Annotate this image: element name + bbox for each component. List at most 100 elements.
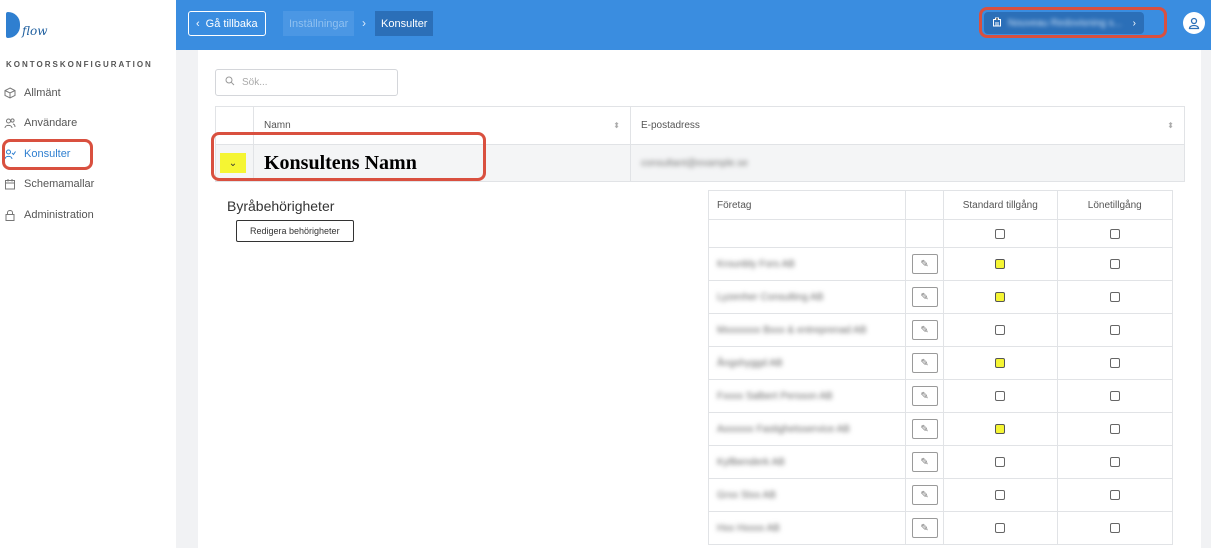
column-header-lon: Lönetillgång — [1087, 199, 1142, 211]
standard-access-checkbox[interactable] — [995, 259, 1006, 269]
payroll-access-cell — [1058, 281, 1172, 313]
company-name: Kyllbenderk AB — [717, 456, 785, 468]
payroll-access-checkbox[interactable] — [1109, 325, 1120, 335]
payroll-access-checkbox[interactable] — [1109, 358, 1120, 368]
edit-icon[interactable]: ✎ — [911, 452, 938, 472]
standard-access-checkbox[interactable] — [995, 523, 1006, 533]
company-name: Mxxxxxxx Bxxx & entreprenad AB — [717, 324, 867, 336]
search-icon — [225, 76, 235, 89]
chevron-left-icon: ‹ — [196, 17, 200, 30]
permissions-title: Byråbehörigheter — [227, 198, 335, 214]
calendar-icon — [4, 178, 16, 190]
edit-icon[interactable]: ✎ — [911, 485, 938, 505]
edit-cell: ✎ — [906, 347, 945, 379]
standard-access-cell — [944, 281, 1058, 313]
company-cell: Hxx Hxxxx AB — [709, 512, 907, 544]
annotation-konsulter — [2, 139, 93, 170]
permission-row: Axxxxxx Fastighetsservice AB ✎ — [709, 413, 1172, 446]
company-name: Krounbly Fors AB — [717, 258, 795, 270]
column-header-email[interactable]: E-postadress ⬍ — [631, 107, 1184, 144]
company-cell — [709, 220, 907, 247]
sidebar-item-label: Användare — [24, 117, 78, 129]
edit-permissions-button[interactable]: Redigera behörigheter — [236, 220, 354, 242]
payroll-access-cell — [1058, 248, 1172, 280]
company-cell: Grxx Stxx AB — [709, 479, 907, 511]
users-icon — [4, 117, 16, 129]
sidebar-item-administration[interactable]: Administration — [4, 204, 174, 226]
standard-access-checkbox[interactable] — [995, 228, 1006, 239]
payroll-access-cell — [1058, 446, 1172, 478]
permission-row: Kyllbenderk AB ✎ — [709, 446, 1172, 479]
company-name: Fxxxx Salbert Persson AB — [717, 390, 833, 402]
sidebar-item-schemamallar[interactable]: Schemamallar — [4, 173, 174, 195]
company-name: Hxx Hxxxx AB — [717, 522, 780, 534]
company-name: Grxx Stxx AB — [717, 489, 776, 501]
edit-cell: ✎ — [906, 314, 945, 346]
app-logo[interactable]: flow — [6, 10, 66, 46]
top-bar: ‹ Gå tillbaka Inställningar › Konsulter … — [176, 0, 1211, 50]
standard-access-checkbox[interactable] — [995, 424, 1006, 434]
standard-access-checkbox[interactable] — [995, 457, 1006, 467]
standard-access-cell — [944, 248, 1058, 280]
edit-cell: ✎ — [906, 281, 945, 313]
standard-access-checkbox[interactable] — [995, 325, 1006, 335]
edit-icon[interactable]: ✎ — [911, 254, 938, 274]
edit-icon[interactable]: ✎ — [911, 353, 938, 373]
payroll-access-cell — [1058, 512, 1172, 544]
company-cell: Axxxxxx Fastighetsservice AB — [709, 413, 907, 445]
standard-access-cell — [944, 314, 1058, 346]
payroll-access-checkbox[interactable] — [1109, 228, 1120, 239]
payroll-access-checkbox[interactable] — [1109, 391, 1120, 401]
payroll-access-checkbox[interactable] — [1109, 523, 1120, 533]
permission-row: Krounbly Fors AB ✎ — [709, 248, 1172, 281]
annotation-consultant-row — [211, 132, 486, 181]
cube-icon — [4, 87, 16, 99]
column-label: E-postadress — [641, 120, 700, 131]
standard-access-checkbox[interactable] — [995, 391, 1006, 401]
sidebar-item-label: Administration — [24, 209, 94, 221]
payroll-access-cell — [1058, 413, 1172, 445]
edit-icon[interactable]: ✎ — [911, 518, 938, 538]
payroll-access-checkbox[interactable] — [1109, 490, 1120, 500]
company-cell: Mxxxxxxx Bxxx & entreprenad AB — [709, 314, 907, 346]
payroll-access-cell — [1058, 314, 1172, 346]
company-name: Ångshyggd AB — [717, 357, 783, 369]
sort-icon[interactable]: ⬍ — [613, 121, 620, 130]
company-cell: Krounbly Fors AB — [709, 248, 907, 280]
company-name: Axxxxxx Fastighetsservice AB — [717, 423, 850, 435]
breadcrumb-konsulter[interactable]: Konsulter — [375, 11, 434, 36]
column-header-company: Företag — [709, 191, 907, 219]
permissions-header: Företag Standard tillgång Lönetillgång — [709, 191, 1172, 220]
payroll-access-checkbox[interactable] — [1109, 259, 1120, 269]
payroll-access-checkbox[interactable] — [1109, 424, 1120, 434]
sidebar-item-allmant[interactable]: Allmänt — [4, 82, 174, 104]
section-title: KONTORSKONFIGURATION — [6, 60, 153, 69]
standard-access-checkbox[interactable] — [995, 292, 1006, 302]
standard-access-checkbox[interactable] — [995, 358, 1006, 368]
standard-access-cell — [944, 220, 1058, 247]
logo-b-mark — [6, 12, 20, 38]
edit-cell: ✎ — [906, 512, 945, 544]
edit-cell: ✎ — [906, 479, 945, 511]
edit-icon[interactable]: ✎ — [911, 287, 938, 307]
standard-access-checkbox[interactable] — [995, 490, 1006, 500]
permission-row: Fxxxx Salbert Persson AB ✎ — [709, 380, 1172, 413]
sort-icon[interactable]: ⬍ — [1167, 121, 1174, 130]
user-avatar-icon[interactable] — [1183, 12, 1205, 34]
search-input[interactable]: Sök... — [215, 69, 398, 96]
back-button[interactable]: ‹ Gå tillbaka — [188, 11, 266, 36]
payroll-access-cell — [1058, 479, 1172, 511]
edit-cell — [906, 220, 945, 247]
edit-icon[interactable]: ✎ — [911, 419, 938, 439]
edit-icon[interactable]: ✎ — [911, 320, 938, 340]
sidebar-item-anvandare[interactable]: Användare — [4, 112, 174, 134]
breadcrumb-installningar[interactable]: Inställningar — [283, 11, 355, 36]
company-name: Lyzenher Consulting AB — [717, 291, 824, 303]
permission-row — [709, 220, 1172, 248]
payroll-access-checkbox[interactable] — [1109, 292, 1120, 302]
permission-row: Mxxxxxxx Bxxx & entreprenad AB ✎ — [709, 314, 1172, 347]
sidebar-item-label: Schemamallar — [24, 178, 95, 190]
permission-row: Ångshyggd AB ✎ — [709, 347, 1172, 380]
payroll-access-checkbox[interactable] — [1109, 457, 1120, 467]
edit-icon[interactable]: ✎ — [911, 386, 938, 406]
